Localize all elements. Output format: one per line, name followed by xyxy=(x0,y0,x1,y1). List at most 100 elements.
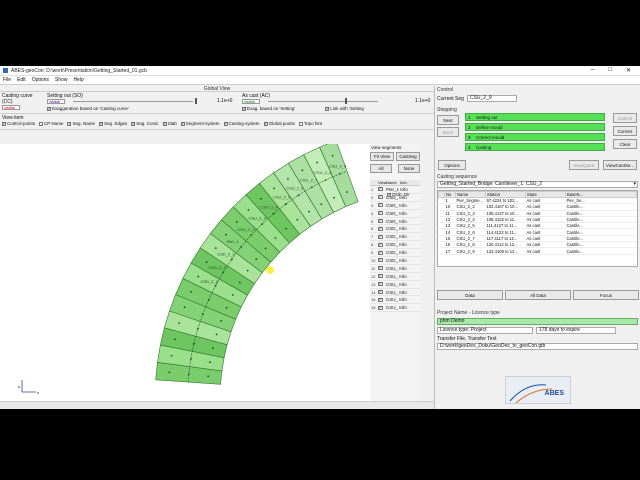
menu-options[interactable]: Options xyxy=(32,77,49,83)
chk-slab[interactable] xyxy=(162,121,167,127)
axis-indicator xyxy=(21,380,36,393)
segment-list-item[interactable]: 12 CSU_ Info xyxy=(370,273,420,281)
segment-visible-checkbox[interactable] xyxy=(378,186,383,192)
segment-visible-checkbox[interactable] xyxy=(378,281,383,287)
setting-out-slider[interactable] xyxy=(73,101,193,102)
step-casting[interactable]: 4 Casting xyxy=(465,143,605,151)
segment-list-item[interactable]: 8 CSD_ Info xyxy=(370,241,420,250)
exaggeration-checkbox[interactable] xyxy=(47,106,51,112)
control-point xyxy=(333,196,335,199)
back-button[interactable]: Back xyxy=(437,127,459,137)
chk-seg-cond[interactable] xyxy=(131,121,136,127)
close-icon[interactable]: ✕ xyxy=(626,67,631,74)
segment-index: 3 xyxy=(371,202,374,208)
chk-topo-hint[interactable] xyxy=(298,121,303,126)
project-name-field[interactable]: phm Demo xyxy=(437,318,638,325)
segment-list-item[interactable]: 11 CSU_ Info xyxy=(370,265,420,273)
correct-button[interactable]: Correct xyxy=(613,126,637,136)
segment-list-item[interactable]: 5 CSD_ Info xyxy=(370,218,420,226)
segment-visible-checkbox[interactable] xyxy=(378,257,383,263)
segment-list-item[interactable]: 15 CSU_ Info xyxy=(370,296,420,305)
none-button[interactable]: None xyxy=(398,164,420,173)
maximize-icon[interactable]: □ xyxy=(608,67,612,74)
minimize-icon[interactable]: – xyxy=(591,67,594,74)
setting-out-slider-thumb[interactable] xyxy=(195,98,197,104)
menu-edit[interactable]: Edit xyxy=(17,77,26,83)
segment-visible-checkbox[interactable] xyxy=(378,297,383,303)
segment-visible-checkbox[interactable] xyxy=(378,305,383,311)
data-button[interactable]: Data xyxy=(437,290,503,300)
segment-label: CSU_2_7 xyxy=(300,177,318,182)
segment-list-item[interactable]: 10 CSD_ Info xyxy=(370,257,420,265)
as-cast-visible[interactable]: visible xyxy=(242,99,260,104)
view-cast-button[interactable]: ViewCastSe... xyxy=(603,160,637,170)
step-define-mould[interactable]: 2 Define mould xyxy=(465,123,605,131)
setting-out-scale: 1.1e+0 xyxy=(217,98,233,104)
chk-cp-name[interactable] xyxy=(39,121,44,126)
clear-button[interactable]: Clear xyxy=(613,139,637,149)
global-view-canvas[interactable]: CSU_2_9 CSU_2_8 CSU_2_7 CSU_2_6 CSU_2_5 CSU_2… xyxy=(0,140,370,409)
focus-button[interactable]: Focus xyxy=(573,290,639,300)
fit-view-button[interactable]: Fit View xyxy=(370,152,394,161)
chk-seg-edges[interactable] xyxy=(98,121,103,127)
segment-list-item[interactable]: 16 CSU_ Info xyxy=(370,304,420,313)
window-title: ABES-geoCon: D:\work\Presentation\Gettin… xyxy=(11,67,147,74)
next-button[interactable]: Next xyxy=(437,115,459,125)
table-cell: CSU_2_9 xyxy=(455,247,486,255)
chk-casting-system[interactable] xyxy=(223,121,228,127)
all-button[interactable]: All xyxy=(370,164,392,173)
segment-visible-checkbox[interactable] xyxy=(378,210,383,216)
glob-dir-checkbox[interactable] xyxy=(387,192,391,198)
segment-list-item[interactable]: 3 CSD_ Info xyxy=(370,202,420,210)
exag-checkbox[interactable] xyxy=(242,106,246,112)
view-quick-button[interactable]: ViewQuick xyxy=(569,160,599,170)
setting-out-visible[interactable]: visible xyxy=(47,99,65,104)
current-seg-field[interactable]: CSU_2_9 xyxy=(466,95,517,102)
link-checkbox[interactable] xyxy=(325,106,330,112)
right-pane: Control Current Seg CSU_2_9 Stepping Nex… xyxy=(434,86,640,409)
segment-visible-checkbox[interactable] xyxy=(378,250,383,256)
chk-segment-system[interactable] xyxy=(180,121,185,127)
chk-control-points[interactable] xyxy=(2,121,6,127)
table-row[interactable]: 17 CSU_2_9 123.4106 to 12... As cast Cantile… xyxy=(438,247,637,255)
segment-visible-checkbox[interactable] xyxy=(378,289,383,295)
segment-index: 12 xyxy=(371,273,376,279)
segment-visible-checkbox[interactable] xyxy=(378,234,383,240)
segment-visible-checkbox[interactable] xyxy=(378,226,383,232)
step-correct-mould[interactable]: 3 Correct mould xyxy=(465,133,605,141)
segment-visible-checkbox[interactable] xyxy=(378,265,383,271)
chk-seg-name[interactable] xyxy=(67,121,72,127)
segment-visible-checkbox[interactable] xyxy=(378,218,383,224)
segment-index: 2 xyxy=(371,194,374,200)
segment-visible-checkbox[interactable] xyxy=(378,194,383,200)
casting-sequence-select[interactable]: Getting_Started_Bridge: Cantilever_1: CS… xyxy=(437,181,638,188)
segment-label: CSU_2_3 xyxy=(249,215,267,220)
step-setting-out[interactable]: 1 Setting out xyxy=(465,113,605,121)
control-point xyxy=(173,338,176,341)
as-cast-slider-thumb[interactable] xyxy=(345,98,347,104)
exag-note: Exag. based on 'Setting' xyxy=(247,106,296,111)
menu-show[interactable]: Show xyxy=(55,77,68,83)
chk-global-points[interactable] xyxy=(263,121,268,127)
segment-list-item[interactable]: 4 CSD_ Info xyxy=(370,210,420,218)
segment-visible-checkbox[interactable] xyxy=(378,273,383,279)
options-button[interactable]: Options xyxy=(438,160,466,170)
segment-index: 6 xyxy=(371,226,374,232)
segment-list-item[interactable]: 9 CSD_ Info xyxy=(370,249,420,258)
castseg-button[interactable]: CastSeg xyxy=(396,152,420,161)
segment-list-item[interactable]: 13 CSU_ Info xyxy=(370,281,420,289)
segment-visible-checkbox[interactable] xyxy=(378,202,383,208)
segment-name-info: CSU_ Info xyxy=(386,297,407,303)
segment-list-item[interactable]: 6 CSD_ Info xyxy=(370,225,420,234)
cancel-button[interactable]: Cancel xyxy=(613,113,637,123)
segment-visible-checkbox[interactable] xyxy=(378,242,383,248)
as-cast-slider[interactable] xyxy=(268,101,378,102)
casting-curve-visible[interactable]: visible xyxy=(2,105,20,110)
menu-help[interactable]: Help xyxy=(73,77,83,83)
segment-list-item[interactable]: 7 CSD_ Info xyxy=(370,233,420,242)
control-title: Control xyxy=(437,87,454,93)
transfer-path-field[interactable]: D:\work\geoDes_Doku\GeoDes_to_geoCon.gtb xyxy=(437,343,638,350)
all-data-button[interactable]: All Data xyxy=(505,290,571,300)
segment-list-item[interactable]: 14 CSU_ Info xyxy=(370,289,420,297)
menu-file[interactable]: File xyxy=(3,77,11,83)
